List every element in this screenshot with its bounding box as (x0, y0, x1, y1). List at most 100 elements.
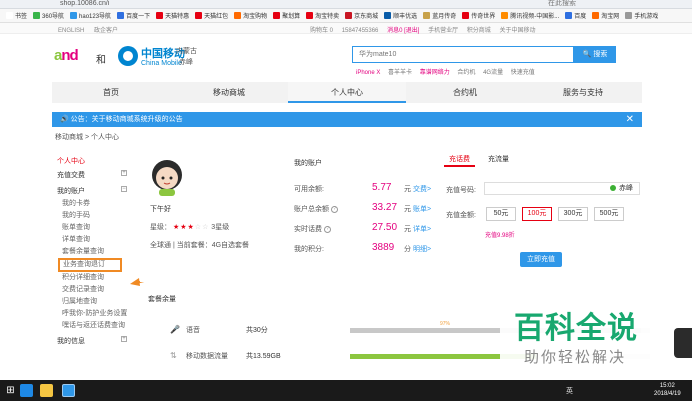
bookmark-item[interactable]: 天猫特惠 (156, 11, 189, 20)
sidebar-item-coupons[interactable]: 我的卡券 (52, 198, 132, 210)
search-button-label: 搜索 (593, 51, 608, 58)
bookmark-item[interactable]: 聚划算 (273, 11, 300, 20)
region-selector[interactable]: 内蒙古 赤峰 (176, 46, 197, 68)
sidebar-section-account[interactable]: 我的账户 − (52, 182, 132, 198)
star-level-row: 星级： ★★★☆☆ 3星级 (150, 222, 229, 232)
bookmark-item[interactable]: 顺丰优选 (384, 11, 417, 20)
bookmark-item[interactable]: 360导航 (33, 11, 64, 20)
bookmark-item[interactable]: 天猫红包 (195, 11, 228, 20)
detail-link[interactable]: 详单> (413, 224, 431, 234)
sidebar-item-call-protection[interactable]: 呼我你-防护业务设置 (52, 308, 132, 320)
watermark-title: 百科全说 (514, 312, 638, 345)
sidebar-item-detail-query[interactable]: 详单查询 (52, 234, 132, 246)
sidebar: 个人中心 充值交费 + 我的账户 − 我的卡券 我的手码 账单查询 详单查询 套… (52, 148, 132, 393)
amount-option-500[interactable]: 500元 (594, 207, 624, 221)
close-icon[interactable]: ✕ (626, 112, 634, 127)
bookmark-item[interactable]: 淘宝购物 (234, 11, 267, 20)
bookmark-item[interactable]: 传奇世界 (462, 11, 495, 20)
bookmark-label: 聚划算 (282, 14, 301, 20)
hotword-link[interactable]: 合约机 (457, 70, 475, 76)
sidebar-section-recharge[interactable]: 充值交费 + (52, 166, 132, 182)
bookmark-item[interactable]: 京东商城 (345, 11, 378, 20)
expand-icon[interactable]: + (121, 336, 127, 342)
nav-personal-center[interactable]: 个人中心 (288, 82, 406, 103)
china-mobile-logo-icon[interactable] (118, 46, 138, 66)
search-button[interactable]: 🔍 搜索 (574, 46, 616, 63)
nav-contract-phone[interactable]: 合约机 (406, 82, 524, 103)
phone-number-field[interactable]: 赤峰 (484, 182, 640, 195)
bookmark-item[interactable]: 淘宝网 (592, 11, 619, 20)
sidebar-head[interactable]: 个人中心 (52, 148, 132, 166)
windows-taskbar: ⊞ 英 15:02 2018/4/19 (0, 380, 692, 401)
bookmark-item[interactable]: 百度 (565, 11, 586, 20)
amount-option-50[interactable]: 50元 (486, 207, 516, 221)
main-nav: 首页 移动商城 个人中心 合约机 服务与支持 (52, 82, 642, 103)
hotword-link[interactable]: 靠谱网络力 (420, 70, 450, 76)
bookmark-icon (592, 12, 600, 19)
bookmark-label: 360导航 (42, 14, 65, 20)
help-icon[interactable]: ? (330, 205, 338, 213)
account-row-unit: 元 (404, 206, 411, 213)
sidebar-item-bill-query[interactable]: 账单查询 (52, 222, 132, 234)
balance-row-total: 共13.59GB (246, 353, 281, 360)
nav-service-support[interactable]: 服务与支持 (524, 82, 642, 103)
account-title: 我的账户 (294, 160, 322, 167)
system-tray[interactable]: 英 (566, 386, 573, 396)
bookmark-item[interactable]: 蓝月传奇 (423, 11, 456, 20)
points-detail-link[interactable]: 明细> (413, 244, 431, 254)
folder-icon[interactable] (40, 384, 53, 397)
account-row-label: 实时话费 (294, 226, 322, 233)
amount-option-300[interactable]: 300元 (558, 207, 588, 221)
sidebar-item-business-query[interactable]: 业务查询退订 (58, 258, 122, 272)
top-utility-strip: ENGLISH 政企客户 购物车 0 15847455366 消息0 [退出] … (0, 23, 692, 34)
expand-icon[interactable]: + (121, 170, 127, 176)
recharge-card: 充话费 充流量 充值号码: 赤峰 充值金额: 50元 100元 300元 500… (440, 148, 642, 282)
search-box (352, 46, 574, 63)
tab-recharge-fee[interactable]: 充话费 (444, 153, 475, 167)
hotword-link[interactable]: iPhone X (356, 70, 380, 76)
hotword-link[interactable]: 喜羊羊卡 (388, 70, 412, 76)
amount-option-100[interactable]: 100元 (522, 207, 552, 221)
sidebar-item-plan-balance[interactable]: 套餐余量查询 (52, 246, 132, 258)
bookmark-item[interactable]: 手机游戏 (625, 11, 658, 20)
input-method-indicator[interactable]: 英 (566, 388, 573, 395)
announcement-text[interactable]: 公告：关于移动商城系统升级的公告 (71, 116, 183, 123)
sidebar-item-location-query[interactable]: 归属地查询 (52, 296, 132, 308)
clock[interactable]: 15:02 2018/4/19 (654, 382, 681, 398)
region-city: 赤峰 (179, 59, 193, 66)
pay-link[interactable]: 交费> (413, 184, 431, 194)
recharge-now-button[interactable]: 立即充值 (520, 252, 562, 267)
bookmark-item[interactable]: 腾讯视频-中国影... (501, 11, 559, 20)
help-icon[interactable]: ? (323, 225, 331, 233)
bookmark-icon (33, 12, 41, 19)
bookmark-item[interactable]: 淘宝特卖 (306, 11, 339, 20)
account-row-label: 账户总余额 (294, 206, 329, 213)
sidebar-item-refund-query[interactable]: 嘿话与返还话费查询 (52, 320, 132, 332)
bill-link[interactable]: 账单> (413, 204, 431, 214)
greeting-text: 下午好 (150, 206, 171, 213)
search-input[interactable] (353, 47, 573, 62)
watermark-subtitle: 助你轻松解决 (524, 349, 627, 366)
start-icon[interactable]: ⊞ (4, 384, 17, 397)
bookmark-item[interactable]: 书签 (6, 11, 27, 20)
hotword-link[interactable]: 快速充值 (511, 70, 535, 76)
avatar[interactable] (150, 158, 184, 196)
sidebar-section-info[interactable]: 我的信息 + (52, 332, 132, 348)
browser-search-field[interactable]: 在此搜索 (548, 0, 576, 8)
nav-home[interactable]: 首页 (52, 82, 170, 103)
sidebar-item-points-query[interactable]: 积分详细查询 (52, 272, 132, 284)
sidebar-item-my-codes[interactable]: 我的手码 (52, 210, 132, 222)
tab-recharge-data[interactable]: 充流量 (483, 153, 514, 167)
hotword-link[interactable]: 4G流量 (483, 70, 503, 76)
bookmark-label: 天猫红包 (204, 14, 229, 20)
bookmark-item[interactable]: hao123导航 (70, 11, 111, 20)
collapse-icon[interactable]: − (121, 186, 127, 192)
url-field[interactable]: shop.10086.cn/i (60, 0, 109, 8)
and-logo[interactable]: and (54, 47, 79, 64)
ie-icon[interactable] (20, 384, 33, 397)
bookmark-item[interactable]: 百度一下 (117, 11, 150, 20)
side-float-widget[interactable] (674, 328, 692, 358)
nav-mall[interactable]: 移动商城 (170, 82, 288, 103)
sidebar-item-payment-records[interactable]: 交费记录查询 (52, 284, 132, 296)
browser-icon[interactable] (62, 384, 75, 397)
